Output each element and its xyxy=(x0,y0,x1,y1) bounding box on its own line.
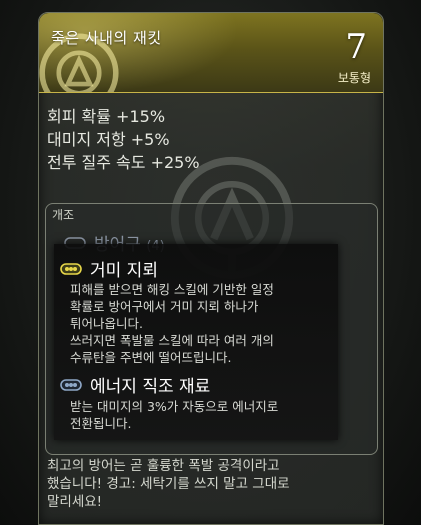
mod-chip-yellow-icon xyxy=(60,262,82,275)
item-title: 죽은 사내의 재킷 xyxy=(51,29,162,47)
stats-list: 회피 확률 +15% 대미지 저항 +5% 전투 질주 속도 +25% xyxy=(47,105,200,174)
mod-name: 거미 지뢰 xyxy=(90,261,158,281)
mods-tab-label: 개조 xyxy=(52,208,75,222)
mod-description: 받는 대미지의 3%가 자동으로 에너지로 전환됩니다. xyxy=(70,399,279,431)
stat-line: 전투 질주 속도 +25% xyxy=(47,153,200,172)
mod-entry[interactable]: 거미 지뢰 xyxy=(60,256,158,281)
rarity-number: 7 xyxy=(345,27,367,67)
mod-chip-blue-icon xyxy=(60,378,82,391)
stat-line: 회피 확률 +15% xyxy=(47,107,166,126)
rarity-label: 보통형 xyxy=(337,71,371,85)
stat-line: 대미지 저항 +5% xyxy=(47,130,170,149)
item-tooltip-card: 죽은 사내의 재킷 7 보통형 회피 확률 +15% 대미지 저항 +5% 전투… xyxy=(38,12,384,525)
mod-entry[interactable]: 에너지 직조 재료 xyxy=(60,372,210,397)
item-header: 죽은 사내의 재킷 7 보통형 xyxy=(39,13,383,93)
mods-panel: 개조 방어구 (4) 거미 지뢰 피해를 받으면 해킹 스킬에 기반한 일정 확… xyxy=(45,203,378,455)
flavor-text: 최고의 방어는 곧 훌륭한 폭발 공격이라고 했습니다! 경고: 세탁기를 쓰지… xyxy=(47,458,290,510)
mod-description: 피해를 받으면 해킹 스킬에 기반한 일정 확률로 방어구에서 거미 지뢰 하나… xyxy=(70,282,274,365)
mod-name: 에너지 직조 재료 xyxy=(90,377,211,397)
